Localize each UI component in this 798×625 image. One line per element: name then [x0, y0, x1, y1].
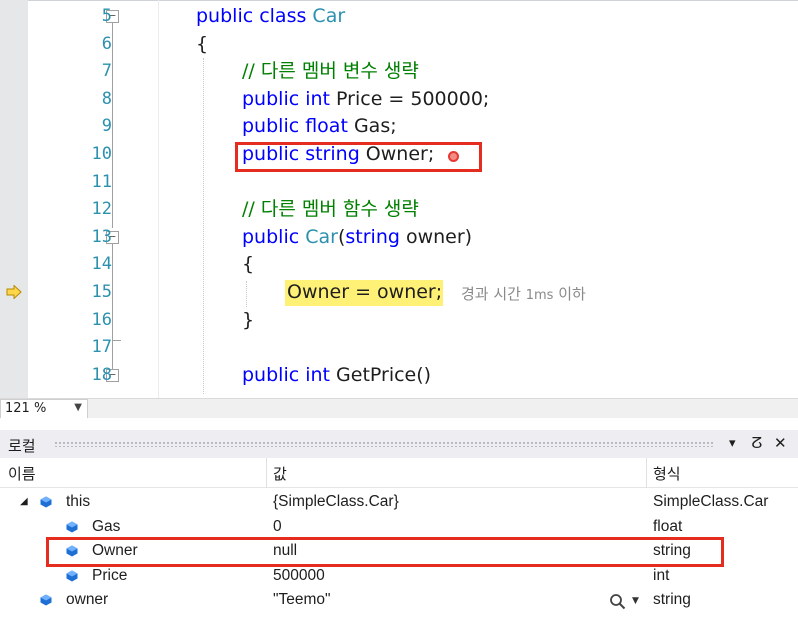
code-text: public int Price = 500000; [242, 86, 489, 114]
line-number: 11 [91, 171, 112, 192]
type-name: Car [312, 5, 346, 27]
column-header-type[interactable]: 형식 [653, 463, 681, 484]
keyword: public class [196, 5, 307, 27]
locals-title: 로컬 [8, 437, 36, 455]
local-name: Price [92, 566, 128, 584]
code-rest: GetPrice() [336, 363, 432, 386]
line-number: 13 [91, 226, 112, 247]
column-separator[interactable] [266, 458, 267, 488]
current-statement-arrow-icon [6, 285, 22, 299]
annotation-box-owner-field [235, 142, 482, 172]
locals-title-bar[interactable]: 로컬 ▾ ⵒ ✕ [0, 430, 798, 458]
line-number: 14 [91, 254, 112, 275]
zoom-dropdown[interactable]: 121 % ▼ [0, 399, 88, 419]
hint-suffix: 이하 [558, 285, 586, 303]
line-number: 16 [91, 309, 112, 330]
editor-top-border [28, 0, 798, 1]
code-rest: Price = 500000; [336, 87, 490, 110]
line-number: 6 [101, 33, 112, 54]
expander-icon[interactable]: ◢ [20, 496, 28, 507]
locals-window[interactable]: 로컬 ▾ ⵒ ✕ 이름 값 형식 ◢ this {SimpleClass.Car… [0, 430, 798, 625]
line-number: 10 [91, 144, 112, 164]
chevron-down-icon: ▼ [74, 402, 82, 413]
keyword: public float [242, 115, 348, 138]
current-statement-text: Owner = owner; [287, 281, 443, 303]
chevron-down-icon[interactable]: ▼ [632, 596, 639, 606]
pin-icon[interactable]: ⵒ [751, 434, 762, 452]
line-number: 8 [101, 88, 112, 109]
code-editor[interactable]: − − − 5 public class Car 6 { 7 // 다른 멤버 … [0, 0, 798, 398]
locals-row-price[interactable]: Price 500000 int [0, 564, 798, 589]
field-icon [66, 570, 78, 581]
code-text: public class Car [196, 3, 345, 31]
type-name: Car [305, 225, 338, 248]
column-header-name[interactable]: 이름 [8, 463, 36, 484]
object-icon [40, 496, 52, 508]
local-type: float [653, 517, 683, 535]
indicator-margin[interactable] [0, 0, 28, 398]
keyword: string [345, 225, 400, 248]
code-line-6[interactable]: 6 [28, 31, 798, 59]
locals-column-header: 이름 값 형식 [0, 458, 798, 488]
code-text: public int GetPrice() [242, 362, 431, 390]
code-line-16[interactable]: 16 [28, 307, 798, 335]
locals-row-gas[interactable]: Gas 0 float [0, 515, 798, 540]
close-icon[interactable]: ✕ [774, 434, 787, 452]
code-text: public Car(string owner) [242, 224, 472, 252]
locals-row-owner-param[interactable]: owner "Teemo" string [0, 588, 798, 613]
code-line-17[interactable]: 17 [28, 334, 798, 362]
annotation-box-owner-row [46, 537, 724, 567]
code-text: { [242, 253, 255, 276]
local-type: SimpleClass.Car [653, 493, 769, 510]
local-value[interactable]: 500000 [273, 567, 325, 585]
mouse-cursor-indicator [448, 151, 459, 162]
code-comment: // 다른 멤버 변수 생략 [242, 60, 419, 83]
keyword: public int [242, 363, 330, 386]
local-value[interactable]: {SimpleClass.Car} [273, 493, 399, 511]
hint-prefix: 경과 시간 [461, 285, 521, 303]
local-name: this [66, 493, 91, 510]
title-grip [54, 441, 714, 447]
zoom-value: 121 % [5, 401, 47, 416]
line-number: 17 [91, 337, 112, 358]
keyword: public int [242, 87, 330, 110]
line-number: 5 [101, 6, 112, 26]
keyword: public [242, 225, 300, 248]
code-text: public float Gas; [242, 113, 397, 141]
local-value[interactable]: "Teemo" [273, 591, 331, 609]
local-type: string [653, 591, 691, 608]
code-line-5[interactable]: 5 [28, 3, 798, 31]
local-value[interactable]: 0 [273, 518, 282, 536]
locals-row-this[interactable]: ◢ this {SimpleClass.Car} SimpleClass.Car [0, 490, 798, 515]
panel-gap [0, 418, 798, 430]
code-rest: owner) [405, 225, 473, 248]
line-number: 12 [91, 199, 112, 220]
local-icon [40, 594, 52, 606]
code-rest: Gas; [353, 115, 397, 138]
code-text: { [196, 32, 209, 55]
code-line-11[interactable]: 11 [28, 169, 798, 197]
column-header-value[interactable]: 값 [273, 463, 287, 484]
local-name: Gas [92, 517, 121, 535]
line-number: 9 [101, 116, 112, 137]
code-line-9[interactable]: 9 [28, 113, 798, 141]
line-number: 7 [101, 61, 112, 82]
perf-tip-hint[interactable]: 경과 시간 1ms 이하 [461, 283, 586, 304]
column-separator[interactable] [646, 458, 647, 488]
hint-time: 1ms [525, 288, 554, 303]
code-comment: // 다른 멤버 함수 생략 [242, 198, 419, 221]
editor-status-strip: 121 % ▼ [0, 398, 798, 419]
local-name: owner [66, 591, 109, 608]
line-number: 15 [91, 282, 112, 302]
line-number: 18 [91, 364, 112, 385]
text-visualizer-search-icon[interactable] [608, 593, 628, 611]
code-line-14[interactable]: 14 [28, 251, 798, 279]
code-text: } [242, 308, 255, 331]
window-position-dropdown-icon[interactable]: ▾ [729, 436, 736, 451]
local-type: int [653, 566, 670, 584]
field-icon [66, 521, 78, 532]
